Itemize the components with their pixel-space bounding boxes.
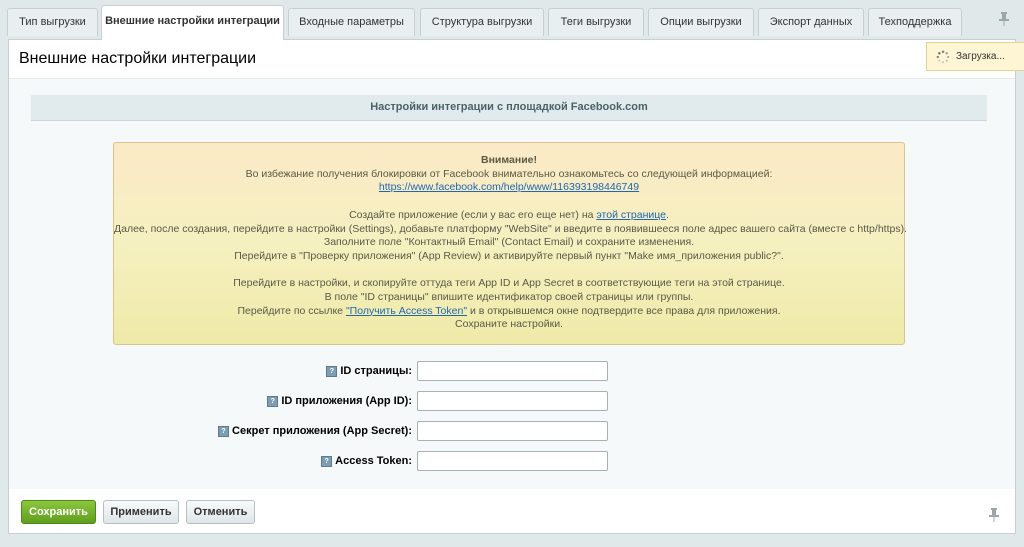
app-secret-label: Секрет приложения (App Secret): xyxy=(232,425,412,437)
notice-text: Перейдите в настройки, и скопируйте отту… xyxy=(233,277,785,290)
help-icon[interactable]: ? xyxy=(321,455,333,467)
tab-export-tags[interactable]: Теги выгрузки xyxy=(548,8,644,36)
tab-data-export[interactable]: Экспорт данных xyxy=(758,8,864,36)
cancel-button[interactable]: Отменить xyxy=(186,500,255,524)
app-id-label: ID приложения (App ID): xyxy=(281,395,412,407)
tab-input-params[interactable]: Входные параметры xyxy=(288,8,415,36)
main-panel: Внешние настройки интеграции Настройки и… xyxy=(8,39,1016,534)
page-id-input[interactable] xyxy=(417,361,608,381)
create-app-link[interactable]: этой странице xyxy=(596,209,666,221)
tab-support[interactable]: Техподдержка xyxy=(868,8,962,36)
page-id-label: ID страницы: xyxy=(340,365,412,377)
form-row-access-token: ? Access Token: xyxy=(9,451,1015,473)
apply-button[interactable]: Применить xyxy=(103,500,179,524)
tab-bar: Тип выгрузки Внешние настройки интеграци… xyxy=(0,0,1024,40)
app-id-input[interactable] xyxy=(417,391,608,411)
notice-text: Перейдите в "Проверку приложения" (App R… xyxy=(234,249,784,262)
section-header: Настройки интеграции с площадкой Faceboo… xyxy=(31,95,987,121)
notice-text: В поле "ID страницы" впишите идентификат… xyxy=(324,291,694,303)
tab-export-structure[interactable]: Структура выгрузки xyxy=(420,8,544,36)
access-token-label: Access Token: xyxy=(335,455,412,467)
loading-indicator: Загрузка... xyxy=(926,42,1024,71)
save-button[interactable]: Сохранить xyxy=(21,500,96,524)
form-row-page-id: ? ID страницы: xyxy=(9,361,1015,383)
spinner-icon xyxy=(936,50,950,63)
help-icon[interactable]: ? xyxy=(218,425,230,437)
access-token-input[interactable] xyxy=(417,451,608,471)
notice-text: Сохраните настройки. xyxy=(455,318,563,331)
notice-text: Далее, после создания, перейдите в настр… xyxy=(114,222,907,235)
tab-export-type[interactable]: Тип выгрузки xyxy=(7,8,98,36)
facebook-help-link[interactable]: https://www.facebook.com/help/www/116393… xyxy=(379,181,639,193)
help-icon[interactable]: ? xyxy=(326,365,338,377)
notice-title: Внимание! xyxy=(481,154,537,166)
page-title: Внешние настройки интеграции xyxy=(19,50,257,67)
get-access-token-link[interactable]: "Получить Access Token" xyxy=(346,305,467,317)
settings-content: Настройки интеграции с площадкой Faceboo… xyxy=(9,79,1015,489)
warning-notice: Внимание! Во избежание получения блокиро… xyxy=(113,142,907,345)
tab-export-options[interactable]: Опции выгрузки xyxy=(648,8,754,36)
loading-text: Загрузка... xyxy=(956,51,1005,62)
notice-text: Перейдите по ссылке "Получить Access Tok… xyxy=(237,304,781,317)
tab-external-integration[interactable]: Внешние настройки интеграции xyxy=(101,5,284,40)
form-row-app-id: ? ID приложения (App ID): xyxy=(9,391,1015,413)
help-icon[interactable]: ? xyxy=(267,395,279,407)
pin-icon[interactable] xyxy=(998,12,1010,26)
app-secret-input[interactable] xyxy=(417,421,608,441)
notice-text: Во избежание получения блокировки от Fac… xyxy=(245,167,773,180)
notice-text: Заполните поле "Контактный Email" (Conta… xyxy=(323,236,695,249)
notice-text: Создайте приложение (если у вас его еще … xyxy=(349,208,669,221)
pin-icon[interactable] xyxy=(988,508,1000,522)
form-row-app-secret: ? Секрет приложения (App Secret): xyxy=(9,421,1015,443)
